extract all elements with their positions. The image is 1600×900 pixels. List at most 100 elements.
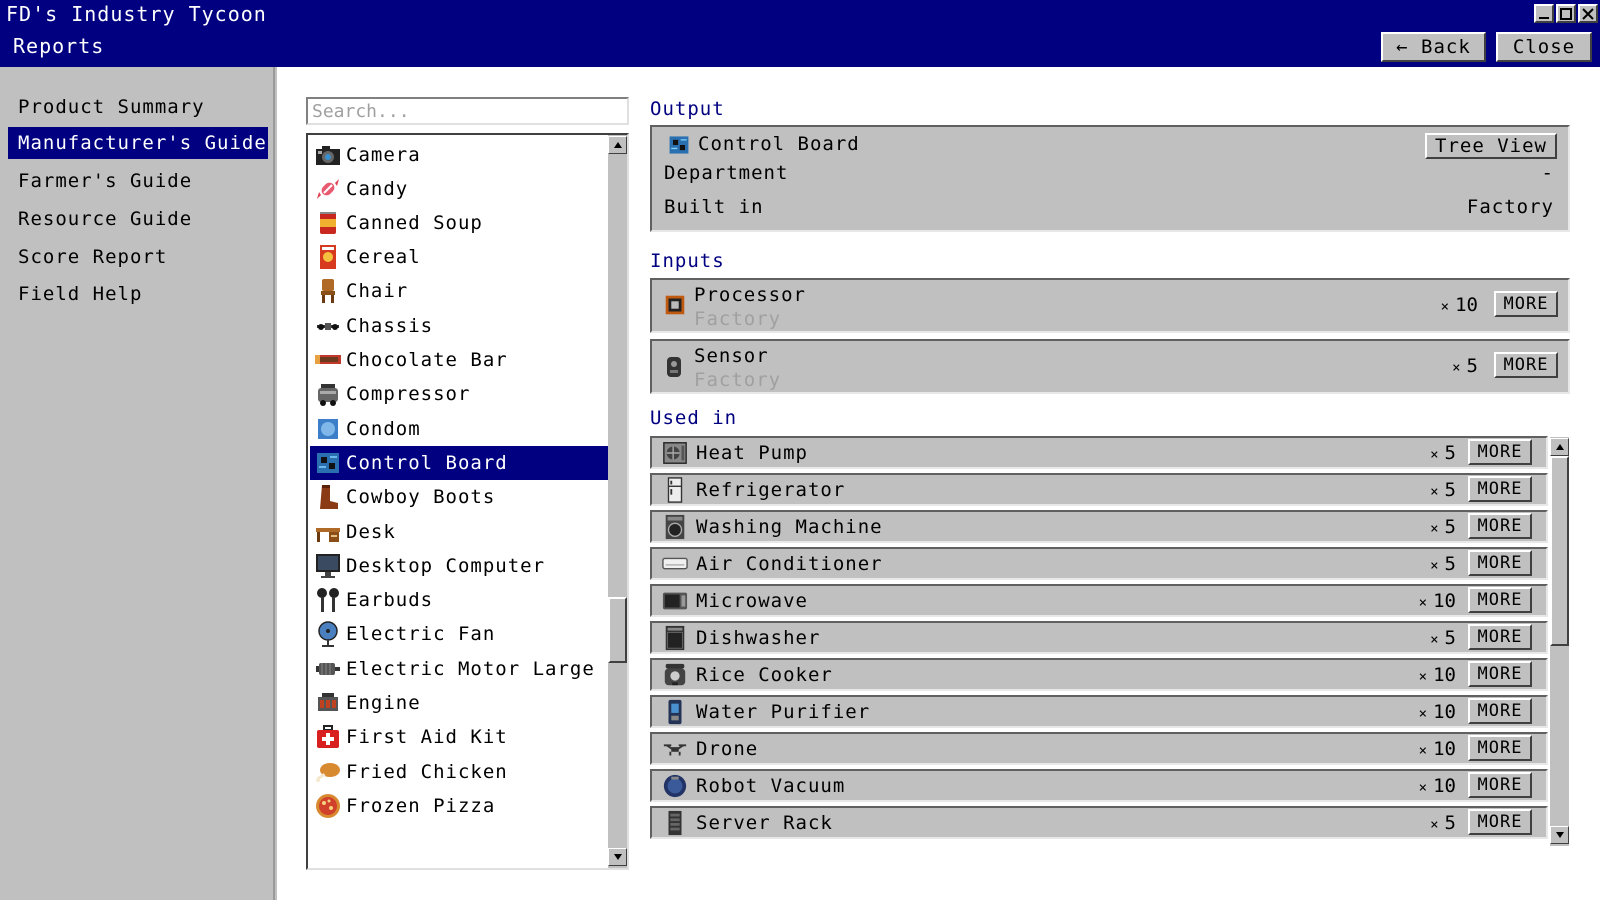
list-item[interactable]: Compressor xyxy=(310,377,614,411)
water-purifier-icon xyxy=(668,699,682,725)
more-button[interactable]: MORE xyxy=(1468,476,1532,502)
more-button[interactable]: MORE xyxy=(1468,587,1532,613)
department-value: - xyxy=(1541,162,1554,184)
more-button[interactable]: MORE xyxy=(1468,772,1532,798)
quantity-value: 5 xyxy=(1444,553,1456,575)
arrow-up-icon xyxy=(613,142,622,148)
used-in-row: Heat Pump × 5 MORE xyxy=(650,436,1548,469)
nav-resource-guide[interactable]: Resource Guide xyxy=(8,203,268,235)
list-item[interactable]: First Aid Kit xyxy=(310,720,614,754)
used-in-name: Rice Cooker xyxy=(696,664,833,686)
quantity-value: 5 xyxy=(1444,479,1456,501)
used-in-name: Robot Vacuum xyxy=(696,775,846,797)
used-in-quantity: × 10 xyxy=(1419,664,1456,686)
list-item[interactable]: Cereal xyxy=(310,240,614,274)
used-in-row: Microwave × 10 MORE xyxy=(650,584,1548,617)
used-in-quantity: × 10 xyxy=(1419,775,1456,797)
list-item[interactable]: Fried Chicken xyxy=(310,755,614,789)
more-button[interactable]: MORE xyxy=(1468,735,1532,761)
processor-icon xyxy=(665,295,685,315)
used-in-row: Robot Vacuum × 10 MORE xyxy=(650,769,1548,802)
list-item[interactable]: Electric Motor Large xyxy=(310,652,614,686)
scroll-down-button[interactable] xyxy=(608,848,627,866)
list-item[interactable]: Chocolate Bar xyxy=(310,343,614,377)
close-window-button[interactable] xyxy=(1578,4,1598,23)
control-board-icon xyxy=(669,136,689,154)
list-item-label: Electric Motor Large xyxy=(346,658,595,680)
used-in-quantity: × 5 xyxy=(1430,479,1456,501)
camera-icon xyxy=(316,146,340,165)
nav-product-summary[interactable]: Product Summary xyxy=(8,91,268,123)
more-button[interactable]: MORE xyxy=(1468,661,1532,687)
list-item-label: Control Board xyxy=(346,452,508,474)
list-item[interactable]: Cowboy Boots xyxy=(310,480,614,514)
minimize-button[interactable] xyxy=(1534,4,1554,23)
list-item[interactable]: Desk xyxy=(310,515,614,549)
input-quantity: × 5 xyxy=(1452,355,1478,377)
list-item-label: Earbuds xyxy=(346,589,434,611)
times-sign: × xyxy=(1430,817,1439,833)
scroll-down-button[interactable] xyxy=(1550,826,1569,844)
list-item-label: First Aid Kit xyxy=(346,726,508,748)
list-item[interactable]: Desktop Computer xyxy=(310,549,614,583)
product-list-scrollbar[interactable] xyxy=(608,135,627,868)
desk-icon xyxy=(316,528,340,542)
tree-view-button[interactable]: Tree View xyxy=(1425,133,1557,159)
control-board-icon xyxy=(317,453,339,473)
search-input[interactable] xyxy=(306,97,629,125)
back-button[interactable]: ← Back xyxy=(1381,32,1486,62)
input-location: Factory xyxy=(694,308,782,330)
scroll-up-button[interactable] xyxy=(1550,438,1569,456)
list-item[interactable]: Electric Fan xyxy=(310,617,614,651)
condom-icon xyxy=(318,419,338,439)
nav-farmers-guide[interactable]: Farmer's Guide xyxy=(8,165,268,197)
more-button[interactable]: MORE xyxy=(1468,550,1532,576)
more-button[interactable]: MORE xyxy=(1494,291,1558,317)
list-item[interactable]: Engine xyxy=(310,686,614,720)
quantity-value: 10 xyxy=(1433,701,1456,723)
list-item[interactable]: Earbuds xyxy=(310,583,614,617)
scroll-up-button[interactable] xyxy=(608,136,627,154)
used-in-name: Water Purifier xyxy=(696,701,871,723)
output-section-title: Output xyxy=(650,98,725,120)
list-item[interactable]: Chair xyxy=(310,274,614,308)
list-item[interactable]: Canned Soup xyxy=(310,206,614,240)
close-button[interactable]: Close xyxy=(1496,32,1592,62)
maximize-icon xyxy=(1560,7,1572,20)
scroll-thumb[interactable] xyxy=(608,597,627,663)
nav-field-help[interactable]: Field Help xyxy=(8,278,268,310)
list-item[interactable]: Chassis xyxy=(310,309,614,343)
more-button[interactable]: MORE xyxy=(1468,439,1532,465)
rice-cooker-icon xyxy=(664,663,686,686)
used-in-scrollbar[interactable] xyxy=(1550,437,1569,846)
nav-manufacturers-guide[interactable]: Manufacturer's Guide xyxy=(8,127,268,159)
list-item[interactable]: Frozen Pizza xyxy=(310,789,614,823)
more-button[interactable]: MORE xyxy=(1468,698,1532,724)
times-sign: × xyxy=(1418,669,1428,685)
scroll-thumb[interactable] xyxy=(1550,456,1569,646)
list-item[interactable]: Candy xyxy=(310,172,614,206)
quantity-value: 5 xyxy=(1466,355,1478,377)
used-in-quantity: × 10 xyxy=(1419,701,1456,723)
more-button[interactable]: MORE xyxy=(1468,809,1532,835)
list-item-label: Candy xyxy=(346,178,409,200)
electric-motor-icon xyxy=(316,663,340,675)
more-button[interactable]: MORE xyxy=(1468,624,1532,650)
list-item[interactable]: Camera xyxy=(310,138,614,172)
nav-score-report[interactable]: Score Report xyxy=(8,241,268,273)
used-in-row: Drone × 10 MORE xyxy=(650,732,1548,765)
input-row: Sensor Factory × 5 MORE xyxy=(650,339,1570,394)
list-item[interactable]: Condom xyxy=(310,412,614,446)
used-in-section-title: Used in xyxy=(650,407,738,429)
times-sign: × xyxy=(1418,780,1428,796)
more-button[interactable]: MORE xyxy=(1468,513,1532,539)
times-sign: × xyxy=(1430,558,1439,574)
maximize-button[interactable] xyxy=(1556,4,1576,23)
used-in-quantity: × 5 xyxy=(1430,812,1456,834)
times-sign: × xyxy=(1418,743,1428,759)
more-button[interactable]: MORE xyxy=(1494,352,1558,378)
earbuds-icon xyxy=(317,588,339,612)
output-panel: Control Board Tree View Department - Bui… xyxy=(650,125,1570,232)
desktop-computer-icon xyxy=(316,554,340,578)
list-item-selected[interactable]: Control Board xyxy=(310,446,614,480)
